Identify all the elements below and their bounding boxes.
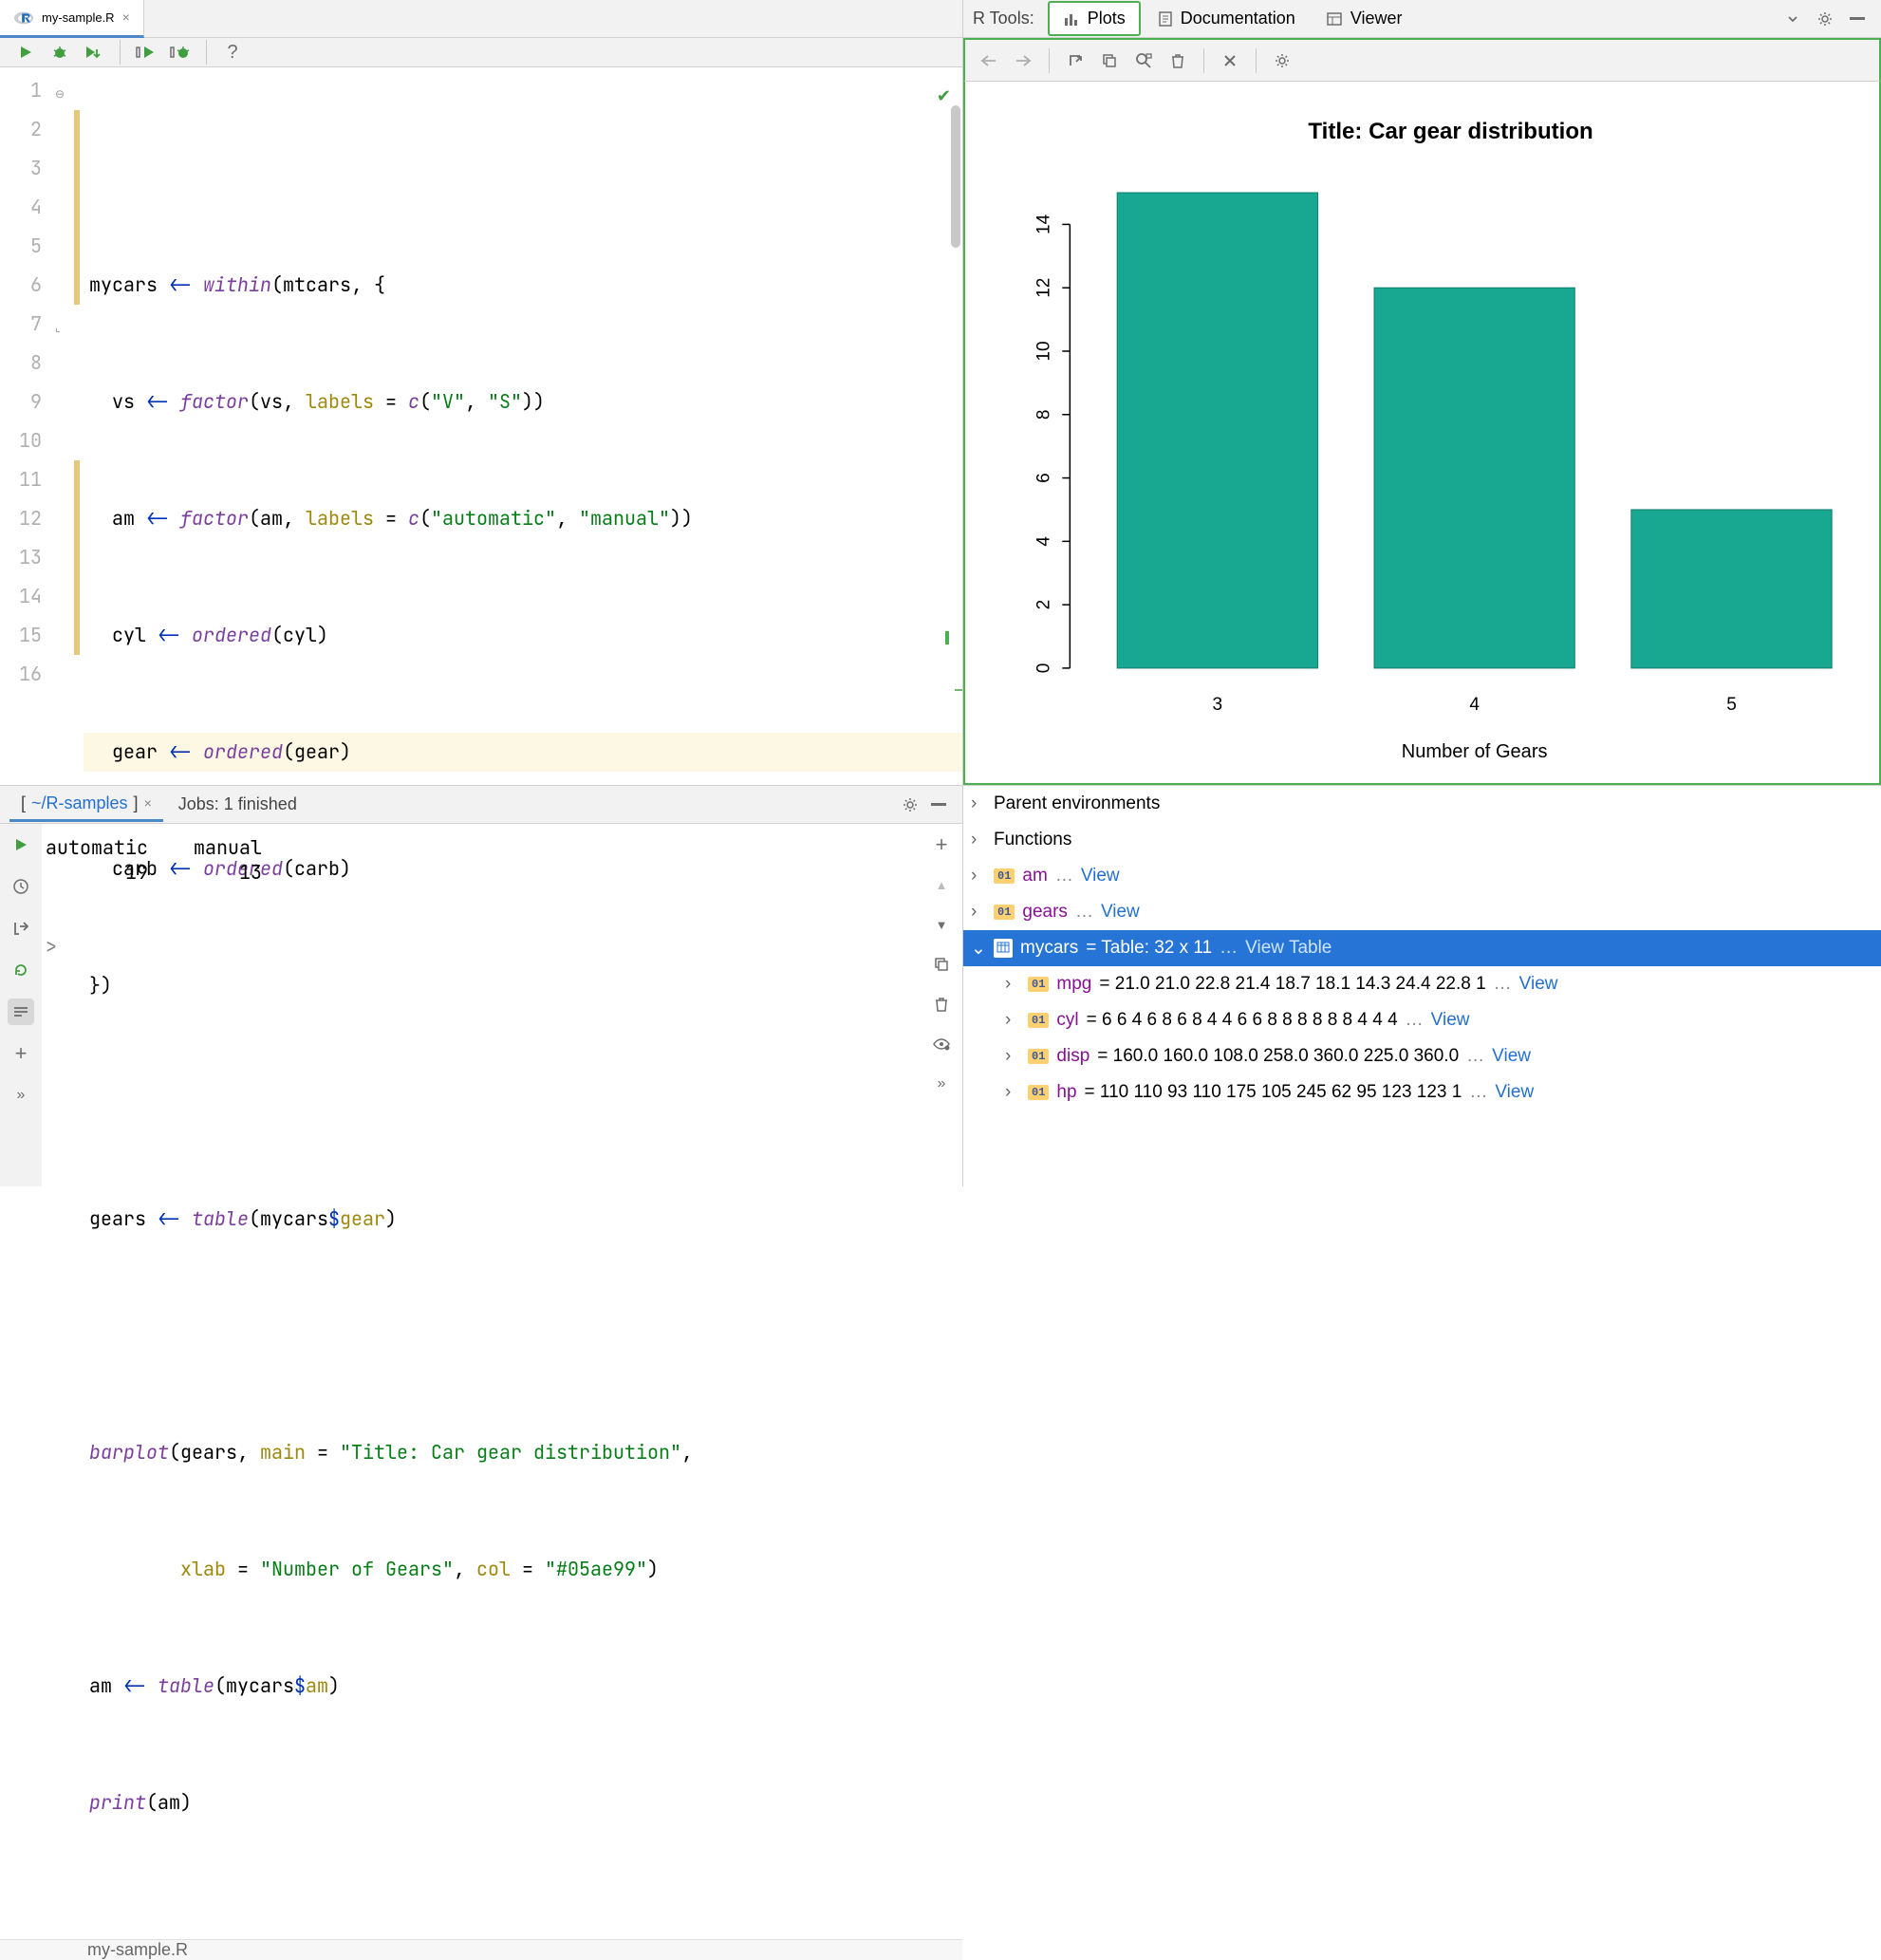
export-icon[interactable]	[1061, 47, 1089, 75]
tab-documentation[interactable]: Documentation	[1145, 3, 1309, 34]
file-tab[interactable]: my-sample.R ×	[0, 0, 144, 38]
var-badge-icon: 01	[994, 868, 1015, 884]
editor-tab-bar: my-sample.R ×	[0, 0, 962, 38]
copy-icon[interactable]	[1095, 47, 1124, 75]
env-var-cyl[interactable]: ›01cyl = 6 6 4 6 8 6 8 4 4 6 6 8 8 8 8 8…	[963, 1002, 1881, 1038]
debug-selection-icon[interactable]	[166, 38, 195, 66]
svg-text:10: 10	[1034, 341, 1053, 361]
file-tab-label: my-sample.R	[42, 10, 115, 25]
svg-text:3: 3	[1213, 695, 1223, 715]
svg-text:2: 2	[1034, 600, 1053, 610]
tab-viewer[interactable]: Viewer	[1313, 3, 1416, 34]
var-badge-icon: 01	[994, 905, 1015, 920]
gear-icon[interactable]	[1811, 5, 1839, 33]
console-pane: [ ~/R-samples ] × Jobs: 1 finished + » a…	[0, 786, 963, 1186]
svg-text:14: 14	[1034, 214, 1053, 234]
env-var-gears[interactable]: ›01gears … View	[963, 894, 1881, 930]
tab-plots[interactable]: Plots	[1048, 1, 1141, 36]
svg-text:5: 5	[1726, 695, 1737, 715]
svg-text:12: 12	[1034, 278, 1053, 298]
var-badge-icon: 01	[1028, 977, 1049, 992]
gear-icon[interactable]	[1268, 47, 1296, 75]
editor-toolbar: ?	[0, 38, 962, 67]
run-selection-icon[interactable]	[132, 38, 160, 66]
trash-icon[interactable]	[1164, 47, 1192, 75]
barplot-icon	[1063, 10, 1080, 28]
svg-text:0: 0	[1034, 663, 1053, 674]
svg-text:6: 6	[1034, 473, 1053, 483]
r-tools-label: R Tools:	[973, 9, 1034, 28]
console-output[interactable]: automatic manual 19 13 >	[42, 824, 921, 1186]
doc-icon	[1158, 10, 1173, 28]
forward-icon[interactable]	[1009, 47, 1037, 75]
close-icon[interactable]	[1216, 47, 1244, 75]
r-tools-bar: R Tools: Plots Documentation Viewer	[963, 0, 1881, 38]
var-badge-icon: 01	[1028, 1049, 1049, 1064]
var-badge-icon: 01	[1028, 1085, 1049, 1100]
breadcrumb[interactable]: my-sample.R	[0, 1939, 962, 1960]
toolbar-separator	[206, 40, 207, 65]
plot-toolbar	[963, 38, 1881, 82]
env-functions[interactable]: ›Functions	[963, 822, 1881, 858]
env-var-mpg[interactable]: ›01mpg = 21.0 21.0 22.8 21.4 18.7 18.1 1…	[963, 966, 1881, 1002]
editor-pane: my-sample.R × ? 12345678910111213141516 …	[0, 0, 963, 786]
minimize-icon[interactable]	[1843, 5, 1872, 33]
chevron-down-icon[interactable]	[1779, 5, 1807, 33]
env-var-hp[interactable]: ›01hp = 110 110 93 110 175 105 245 62 95…	[963, 1074, 1881, 1111]
viewer-icon	[1326, 11, 1343, 27]
debug-icon[interactable]	[46, 38, 74, 66]
fold-minus-icon[interactable]: ⊖	[55, 75, 65, 114]
svg-text:8: 8	[1034, 409, 1053, 420]
green-marker	[945, 631, 949, 644]
r-file-icon	[13, 7, 34, 28]
back-icon[interactable]	[975, 47, 1003, 75]
scrollbar[interactable]	[951, 105, 960, 248]
checkmark-icon: ✔	[937, 77, 951, 116]
run-icon[interactable]	[11, 38, 40, 66]
close-icon[interactable]: ×	[122, 9, 130, 25]
svg-text:4: 4	[1469, 695, 1480, 715]
env-var-am[interactable]: ›01am … View	[963, 858, 1881, 894]
table-badge-icon	[994, 939, 1013, 958]
help-icon[interactable]: ?	[218, 38, 247, 66]
svg-text:Number of Gears: Number of Gears	[1402, 741, 1548, 762]
var-badge-icon: 01	[1028, 1013, 1049, 1028]
environment-tree: ›Parent environments ›Functions ›01am … …	[963, 786, 1881, 1186]
svg-text:Title: Car gear distribution: Title: Car gear distribution	[1308, 119, 1592, 144]
toolbar-separator	[120, 40, 121, 65]
env-var-mycars[interactable]: ⌄mycars = Table: 32 x 11 … View Table	[963, 930, 1881, 966]
run-below-icon[interactable]	[80, 38, 108, 66]
env-var-disp[interactable]: ›01disp = 160.0 160.0 108.0 258.0 360.0 …	[963, 1038, 1881, 1074]
environment-pane: ›Parent environments ›Functions ›01am … …	[963, 786, 1881, 1186]
plot-view: Title: Car gear distribution 0 2 4 6 8 10 12 14 3…	[963, 82, 1881, 785]
env-parent-environments[interactable]: ›Parent environments	[963, 786, 1881, 822]
svg-text:4: 4	[1034, 536, 1053, 547]
fold-end-icon: ⌞	[55, 308, 61, 347]
zoom-icon[interactable]	[1129, 47, 1158, 75]
plots-pane: R Tools: Plots Documentation Viewer Titl	[963, 0, 1881, 786]
arrow-to-plot	[955, 681, 962, 700]
chart: Title: Car gear distribution 0 2 4 6 8 10 12 14 3…	[965, 82, 1879, 782]
